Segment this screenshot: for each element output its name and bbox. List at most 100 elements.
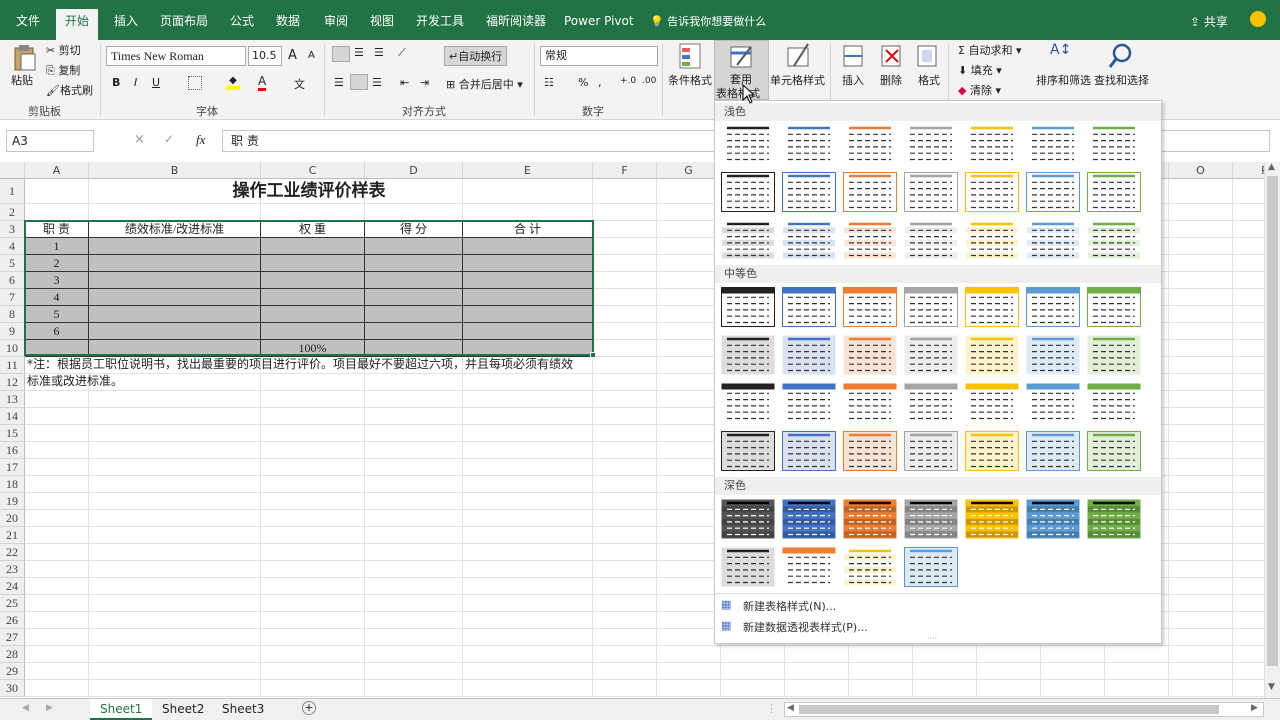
table-style-swatch[interactable] — [1087, 383, 1141, 423]
row-header[interactable]: 9 — [0, 323, 25, 340]
grid-cell[interactable] — [89, 527, 261, 544]
table-style-swatch[interactable] — [965, 383, 1019, 423]
grid-cell[interactable] — [261, 527, 365, 544]
grid-cell[interactable] — [1233, 408, 1264, 425]
grid-cell[interactable] — [1169, 408, 1233, 425]
row-header[interactable]: 6 — [0, 272, 25, 289]
delete-cells-icon[interactable] — [880, 42, 904, 70]
grid-cell[interactable] — [365, 442, 463, 459]
table-style-swatch[interactable] — [843, 383, 897, 423]
grid-cell[interactable] — [657, 340, 721, 357]
grid-cell[interactable] — [1233, 527, 1264, 544]
grid-cell[interactable] — [463, 493, 593, 510]
grid-cell[interactable] — [1169, 527, 1233, 544]
grid-cell[interactable] — [657, 289, 721, 306]
grid-cell[interactable] — [593, 663, 657, 680]
increase-indent-icon[interactable]: ⇥ — [420, 76, 429, 89]
grid-cell[interactable] — [1041, 663, 1105, 680]
grid-cell[interactable] — [261, 204, 365, 221]
grid-cell[interactable] — [463, 561, 593, 578]
format-cells-button[interactable]: 格式 — [918, 72, 940, 88]
grid-cell[interactable] — [657, 476, 721, 493]
bold-button[interactable]: B — [112, 76, 120, 89]
tab-page-layout[interactable]: 页面布局 — [158, 9, 210, 33]
row-header[interactable]: 28 — [0, 646, 25, 663]
grid-cell[interactable] — [785, 646, 849, 663]
table-style-swatch[interactable] — [843, 287, 897, 327]
grid-cell[interactable] — [593, 493, 657, 510]
tab-home[interactable]: 开始 — [56, 9, 99, 40]
font-name-select[interactable]: Times New Roman — [106, 46, 246, 66]
grid-cell[interactable] — [261, 595, 365, 612]
row-header[interactable]: 5 — [0, 255, 25, 272]
grid-cell[interactable] — [657, 323, 721, 340]
row-header[interactable]: 15 — [0, 425, 25, 442]
grid-cell[interactable] — [593, 374, 657, 391]
grid-cell[interactable] — [1233, 510, 1264, 527]
grid-cell[interactable] — [261, 442, 365, 459]
grid-cell[interactable] — [657, 663, 721, 680]
grid-cell[interactable] — [657, 510, 721, 527]
grid-cell[interactable] — [1169, 179, 1233, 204]
grid-cell[interactable] — [657, 374, 721, 391]
grid-cell[interactable] — [657, 408, 721, 425]
name-box[interactable]: A3 — [6, 130, 94, 152]
grid-cell[interactable] — [1233, 680, 1264, 697]
h-scroll-thumb[interactable] — [799, 705, 1219, 714]
number-format-select[interactable]: 常规 — [540, 46, 658, 66]
table-style-swatch[interactable] — [721, 124, 775, 164]
grid-cell[interactable] — [463, 612, 593, 629]
align-top-icon[interactable] — [332, 46, 350, 62]
grid-cell[interactable] — [657, 629, 721, 646]
table-style-swatch[interactable] — [843, 499, 897, 539]
grid-cell[interactable] — [721, 646, 785, 663]
scroll-right-icon[interactable]: ▶ — [1251, 703, 1258, 713]
grid-cell[interactable] — [463, 663, 593, 680]
grid-cell[interactable] — [89, 459, 261, 476]
grid-cell[interactable] — [1169, 391, 1233, 408]
grid-cell[interactable] — [1105, 680, 1169, 697]
tab-foxit-reader[interactable]: 福昕阅读器 — [484, 9, 548, 33]
row-header[interactable]: 20 — [0, 510, 25, 527]
grid-cell[interactable] — [593, 289, 657, 306]
grid-cell[interactable] — [365, 629, 463, 646]
table-style-swatch[interactable] — [965, 499, 1019, 539]
table-style-swatch[interactable] — [1026, 220, 1080, 260]
align-bottom-icon[interactable]: ☰ — [374, 46, 384, 59]
grid-cell[interactable] — [657, 306, 721, 323]
grid-cell[interactable] — [657, 493, 721, 510]
merge-center-button[interactable]: ⊞ 合并后居中 ▾ — [446, 76, 523, 92]
cut-button[interactable]: ✂ 剪切 — [46, 42, 81, 58]
column-header[interactable]: B — [89, 162, 261, 179]
grid-cell[interactable] — [593, 204, 657, 221]
table-style-swatch[interactable] — [1026, 172, 1080, 212]
grid-cell[interactable] — [1169, 357, 1233, 374]
sheet-tab-3[interactable]: Sheet3 — [212, 699, 274, 720]
grid-cell[interactable] — [1233, 204, 1264, 221]
grid-cell[interactable] — [593, 459, 657, 476]
font-size-select[interactable]: 10.5 — [248, 46, 282, 66]
grid-cell[interactable] — [1233, 179, 1264, 204]
grid-cell[interactable] — [25, 459, 89, 476]
add-sheet-button[interactable]: + — [302, 701, 316, 715]
table-style-swatch[interactable] — [782, 220, 836, 260]
grid-cell[interactable] — [261, 561, 365, 578]
grid-cell[interactable] — [89, 544, 261, 561]
shrink-font-button[interactable]: A — [308, 50, 315, 61]
grid-cell[interactable] — [977, 680, 1041, 697]
grid-cell[interactable] — [365, 476, 463, 493]
grid-cell[interactable] — [1169, 663, 1233, 680]
grid-cell[interactable] — [913, 680, 977, 697]
grid-cell[interactable] — [1169, 612, 1233, 629]
grid-cell[interactable] — [261, 578, 365, 595]
table-style-swatch[interactable] — [904, 287, 958, 327]
resize-grip-icon[interactable]: ···· — [927, 634, 937, 643]
format-cells-icon[interactable] — [916, 42, 940, 70]
grid-cell[interactable] — [657, 238, 721, 255]
row-header[interactable]: 21 — [0, 527, 25, 544]
grid-cell[interactable] — [1105, 663, 1169, 680]
table-style-swatch[interactable] — [1026, 383, 1080, 423]
grid-cell[interactable] — [463, 442, 593, 459]
grid-cell[interactable] — [261, 374, 365, 391]
grid-cell[interactable] — [593, 476, 657, 493]
